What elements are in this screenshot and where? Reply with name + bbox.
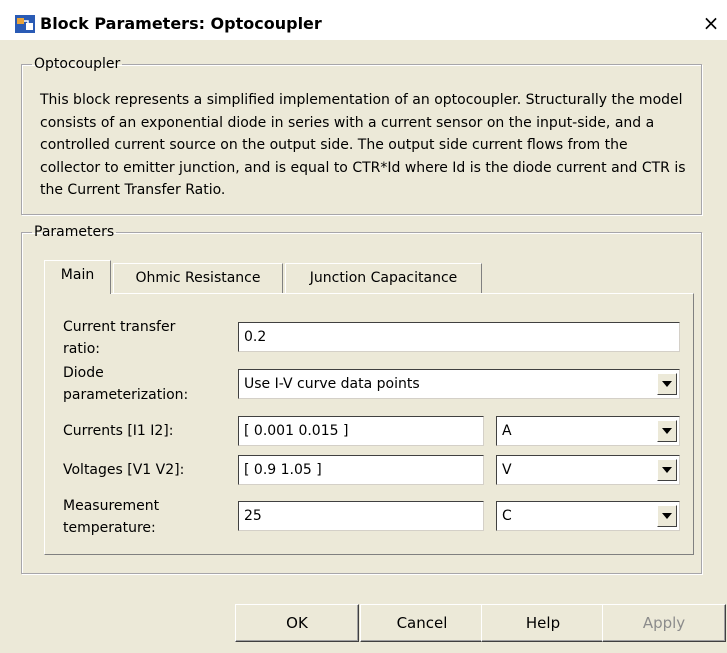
currents-label: Currents [I1 I2]: (63, 423, 174, 439)
simulink-block-icon (15, 15, 35, 33)
window-title: Block Parameters: Optocoupler (40, 14, 322, 33)
currents-unit-select[interactable]: A (496, 416, 680, 446)
tab-main[interactable]: Main (44, 260, 111, 294)
voltages-label: Voltages [V1 V2]: (63, 462, 185, 478)
chevron-down-icon[interactable] (657, 505, 677, 527)
temperature-input[interactable]: 25 (238, 501, 484, 531)
voltages-unit-select[interactable]: V (496, 455, 680, 485)
diode-parameterization-select[interactable]: Use I-V curve data points (238, 369, 680, 399)
tab-ohmic-resistance-label: Ohmic Resistance (135, 270, 261, 286)
measurement-temperature-label: Measurement temperature: (63, 498, 160, 536)
chevron-down-icon[interactable] (657, 459, 677, 481)
chevron-down-icon[interactable] (657, 420, 677, 442)
tab-ohmic-resistance[interactable]: Ohmic Resistance (113, 263, 283, 293)
apply-button[interactable]: Apply (602, 604, 726, 642)
ok-button[interactable]: OK (235, 604, 359, 642)
close-icon[interactable]: × (700, 13, 722, 35)
block-description: This block represents a simplified imple… (40, 92, 686, 198)
tab-junction-capacitance[interactable]: Junction Capacitance (285, 263, 482, 293)
diode-parameterization-label: Diode parameterization: (63, 365, 189, 403)
description-group-legend: Optocoupler (34, 56, 121, 72)
ctr-input[interactable]: 0.2 (238, 322, 680, 352)
voltages-input[interactable]: [ 0.9 1.05 ] (238, 455, 484, 485)
tab-junction-capacitance-label: Junction Capacitance (309, 270, 458, 286)
currents-input[interactable]: [ 0.001 0.015 ] (238, 416, 484, 446)
tab-main-label: Main (60, 267, 95, 283)
chevron-down-icon[interactable] (657, 373, 677, 395)
parameters-group-legend: Parameters (34, 224, 115, 240)
help-button[interactable]: Help (481, 604, 605, 642)
temperature-unit-select[interactable]: C (496, 501, 680, 531)
title-bar: Block Parameters: Optocoupler × (0, 0, 727, 40)
ctr-label: Current transfer ratio: (63, 319, 176, 357)
cancel-button[interactable]: Cancel (360, 604, 484, 642)
